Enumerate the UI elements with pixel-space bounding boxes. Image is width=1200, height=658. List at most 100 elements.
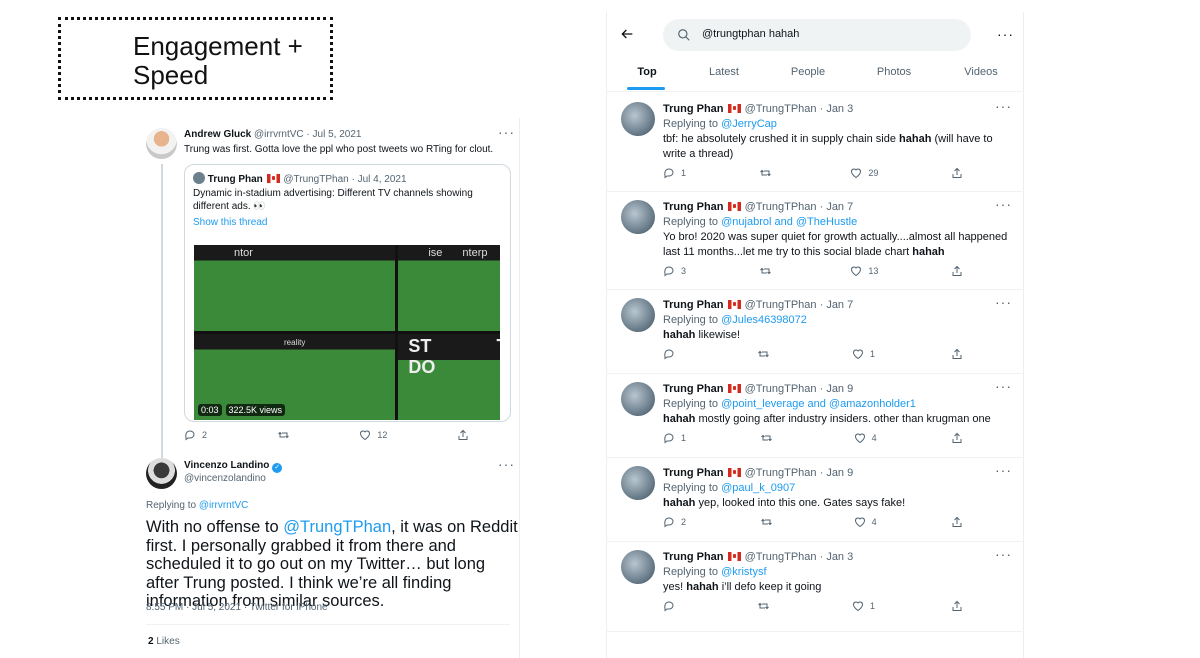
author-name[interactable]: Trung Phan: [663, 299, 724, 311]
tab-top[interactable]: Top: [627, 66, 667, 78]
reply-icon: [663, 432, 675, 444]
tweet-date[interactable]: · Jan 9: [820, 467, 854, 479]
mention-link[interactable]: @TrungTPhan: [283, 518, 391, 536]
like-button[interactable]: 12: [359, 429, 387, 441]
stadium-banner: nterp: [462, 247, 488, 259]
reply-button[interactable]: [663, 600, 681, 612]
reply-button[interactable]: 3: [663, 265, 686, 277]
tweet[interactable]: Trung Phan @TrungTPhan · Jan 9 ··· Reply…: [607, 374, 1024, 458]
tab-videos[interactable]: Videos: [956, 66, 1006, 78]
avatar[interactable]: [621, 200, 655, 234]
replying-to-link[interactable]: @nujabrol and @TheHustle: [721, 216, 857, 228]
author-name[interactable]: Trung Phan: [663, 467, 724, 479]
tweet-date[interactable]: · Jan 7: [820, 299, 854, 311]
tweet-date[interactable]: · Jan 3: [820, 551, 854, 563]
tweet[interactable]: Trung Phan @TrungTPhan · Jan 3 ··· Reply…: [607, 94, 1024, 192]
tab-latest[interactable]: Latest: [699, 66, 749, 78]
more-options-icon[interactable]: ···: [498, 124, 515, 140]
retweet-button[interactable]: [760, 516, 779, 528]
tweet-date[interactable]: · Jul 5, 2021: [306, 129, 361, 140]
retweet-button[interactable]: [757, 600, 776, 612]
video-player[interactable]: ntor ise nterp reality ST DO T 0:03 322.5K…: [194, 245, 500, 420]
retweet-button[interactable]: [759, 265, 778, 277]
tweet-main-text: With no offense to @TrungTPhan, it was o…: [146, 518, 518, 611]
more-options-icon[interactable]: ···: [995, 546, 1012, 562]
reply-button[interactable]: 2: [184, 429, 207, 441]
avatar[interactable]: [621, 550, 655, 584]
author-name[interactable]: Trung Phan: [663, 551, 724, 563]
share-button[interactable]: [951, 265, 963, 277]
share-button[interactable]: [951, 432, 963, 444]
avatar[interactable]: [621, 102, 655, 136]
more-options-icon[interactable]: ···: [995, 98, 1012, 114]
like-button[interactable]: 4: [854, 432, 877, 444]
avatar[interactable]: [621, 382, 655, 416]
tweet[interactable]: Trung Phan @TrungTPhan · Jan 7 ··· Reply…: [607, 290, 1024, 374]
author-handle[interactable]: @irrvrntVC: [254, 129, 304, 140]
avatar[interactable]: [621, 466, 655, 500]
like-button[interactable]: 13: [850, 265, 878, 277]
avatar[interactable]: [621, 298, 655, 332]
replying-to-link[interactable]: @irrvrntVC: [199, 500, 249, 511]
quoted-handle: @TrungTPhan: [283, 174, 349, 185]
replying-to-link[interactable]: @kristysf: [721, 566, 766, 578]
tab-photos[interactable]: Photos: [869, 66, 919, 78]
tweet[interactable]: Trung Phan @TrungTPhan · Jan 7 ··· Reply…: [607, 192, 1024, 290]
show-thread-link[interactable]: Show this thread: [193, 216, 268, 229]
author-handle[interactable]: @TrungTPhan: [745, 551, 817, 563]
author-handle[interactable]: @TrungTPhan: [745, 383, 817, 395]
replying-to-link[interactable]: @point_leverage and @amazonholder1: [721, 398, 916, 410]
tweet[interactable]: Trung Phan @TrungTPhan · Jan 3 ··· Reply…: [607, 542, 1024, 632]
replying-to-link[interactable]: @JerryCap: [721, 118, 777, 130]
author-name[interactable]: Trung Phan: [663, 201, 724, 213]
more-options-icon[interactable]: ···: [995, 294, 1012, 310]
back-arrow-icon[interactable]: [619, 26, 635, 47]
more-options-icon[interactable]: ···: [995, 378, 1012, 394]
like-button[interactable]: 29: [850, 167, 878, 179]
likes-summary[interactable]: 2 Likes: [148, 636, 180, 647]
like-button[interactable]: 1: [852, 600, 875, 612]
author-name[interactable]: Vincenzo Landino: [184, 460, 269, 471]
avatar[interactable]: [146, 128, 177, 159]
author-handle[interactable]: @TrungTPhan: [745, 467, 817, 479]
more-options-icon[interactable]: ···: [995, 196, 1012, 212]
tab-people[interactable]: People: [783, 66, 833, 78]
like-button[interactable]: 4: [854, 516, 877, 528]
reply-button[interactable]: [663, 348, 681, 360]
retweet-button[interactable]: [759, 167, 778, 179]
replying-to-link[interactable]: @Jules46398072: [721, 314, 807, 326]
search-bar[interactable]: @trungtphan hahah: [663, 19, 971, 51]
avatar[interactable]: [146, 458, 177, 489]
share-button[interactable]: [951, 348, 963, 360]
author-handle[interactable]: @TrungTPhan: [745, 299, 817, 311]
author-name[interactable]: Andrew Gluck: [184, 129, 251, 140]
more-options-icon[interactable]: ···: [498, 456, 515, 472]
share-button[interactable]: [457, 429, 469, 441]
author-name[interactable]: Trung Phan: [663, 103, 724, 115]
quoted-tweet[interactable]: Trung Phan @TrungTPhan · Jul 4, 2021 Dyn…: [184, 164, 511, 422]
reply-button[interactable]: 2: [663, 516, 686, 528]
author-handle[interactable]: @vincenzolandino: [184, 473, 266, 484]
tweet[interactable]: Trung Phan @TrungTPhan · Jan 9 ··· Reply…: [607, 458, 1024, 542]
author-handle[interactable]: @TrungTPhan: [745, 201, 817, 213]
replying-to-link[interactable]: @paul_k_0907: [721, 482, 795, 494]
like-button[interactable]: 1: [852, 348, 875, 360]
author-handle[interactable]: @TrungTPhan: [745, 103, 817, 115]
share-button[interactable]: [951, 167, 963, 179]
share-button[interactable]: [951, 516, 963, 528]
search-input[interactable]: @trungtphan hahah: [702, 28, 799, 40]
tweet-date[interactable]: · Jan 9: [820, 383, 854, 395]
retweet-button[interactable]: [277, 429, 290, 441]
share-button[interactable]: [951, 600, 963, 612]
more-options-icon[interactable]: ···: [995, 462, 1012, 478]
more-options-icon[interactable]: ···: [997, 26, 1014, 42]
replying-to: Replying to @kristysf: [663, 565, 767, 579]
reply-button[interactable]: 1: [663, 167, 686, 179]
tweet-date[interactable]: · Jan 7: [820, 201, 854, 213]
tweet-date[interactable]: · Jan 3: [820, 103, 854, 115]
author-name[interactable]: Trung Phan: [663, 383, 724, 395]
reply-button[interactable]: 1: [663, 432, 686, 444]
retweet-button[interactable]: [760, 432, 779, 444]
retweet-button[interactable]: [757, 348, 776, 360]
tweet-actions: 3 13: [663, 265, 963, 277]
